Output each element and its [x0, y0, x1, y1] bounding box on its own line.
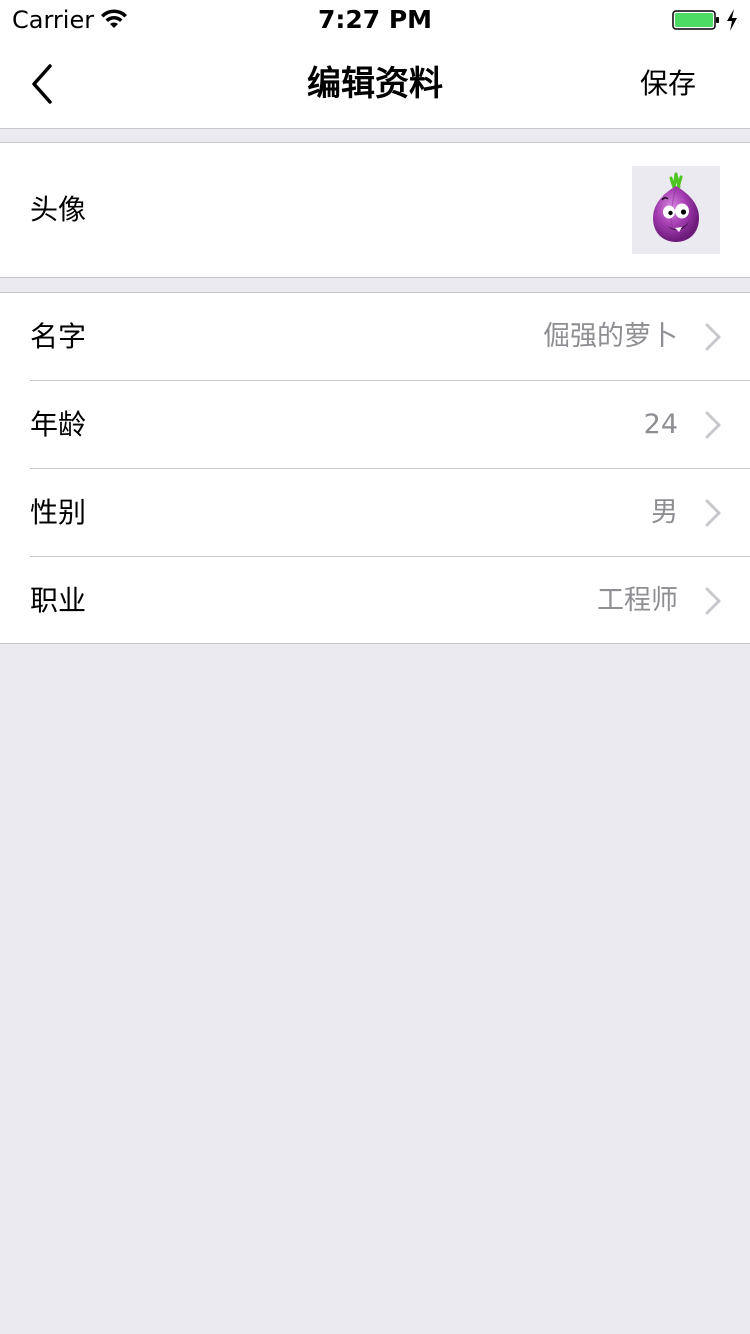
- chevron-right-icon: [705, 587, 721, 615]
- gender-value: 男: [651, 497, 678, 528]
- chevron-right-icon: [705, 411, 721, 439]
- avatar[interactable]: [632, 166, 720, 254]
- status-bar: Carrier 7:27 PM: [0, 0, 750, 40]
- age-value: 24: [643, 409, 678, 440]
- charging-bolt-icon: [727, 9, 737, 31]
- onion-avatar-image: [653, 172, 699, 242]
- save-button[interactable]: 保存: [640, 60, 696, 108]
- navigation-bar: 编辑资料 保存: [0, 40, 750, 129]
- avatar-section[interactable]: 头像: [0, 142, 750, 278]
- name-value: 倔强的萝卜: [543, 321, 678, 352]
- gender-label: 性别: [30, 496, 87, 529]
- occupation-label: 职业: [30, 584, 87, 617]
- occupation-row[interactable]: 职业 工程师: [0, 557, 750, 645]
- chevron-right-icon: [705, 499, 721, 527]
- age-row[interactable]: 年龄 24: [0, 381, 750, 469]
- name-row[interactable]: 名字 倔强的萝卜: [0, 293, 750, 381]
- avatar-label: 头像: [30, 193, 87, 226]
- page-title: 编辑资料: [307, 64, 443, 104]
- gender-row[interactable]: 性别 男: [0, 469, 750, 557]
- name-label: 名字: [30, 320, 87, 353]
- occupation-value: 工程师: [597, 585, 678, 616]
- age-label: 年龄: [30, 408, 87, 441]
- clock-time: 7:27 PM: [317, 5, 433, 34]
- profile-info-section: 名字 倔强的萝卜 年龄 24 性别 男 职业 工程师: [0, 292, 750, 644]
- battery-icon: [672, 10, 719, 30]
- chevron-right-icon: [705, 323, 721, 351]
